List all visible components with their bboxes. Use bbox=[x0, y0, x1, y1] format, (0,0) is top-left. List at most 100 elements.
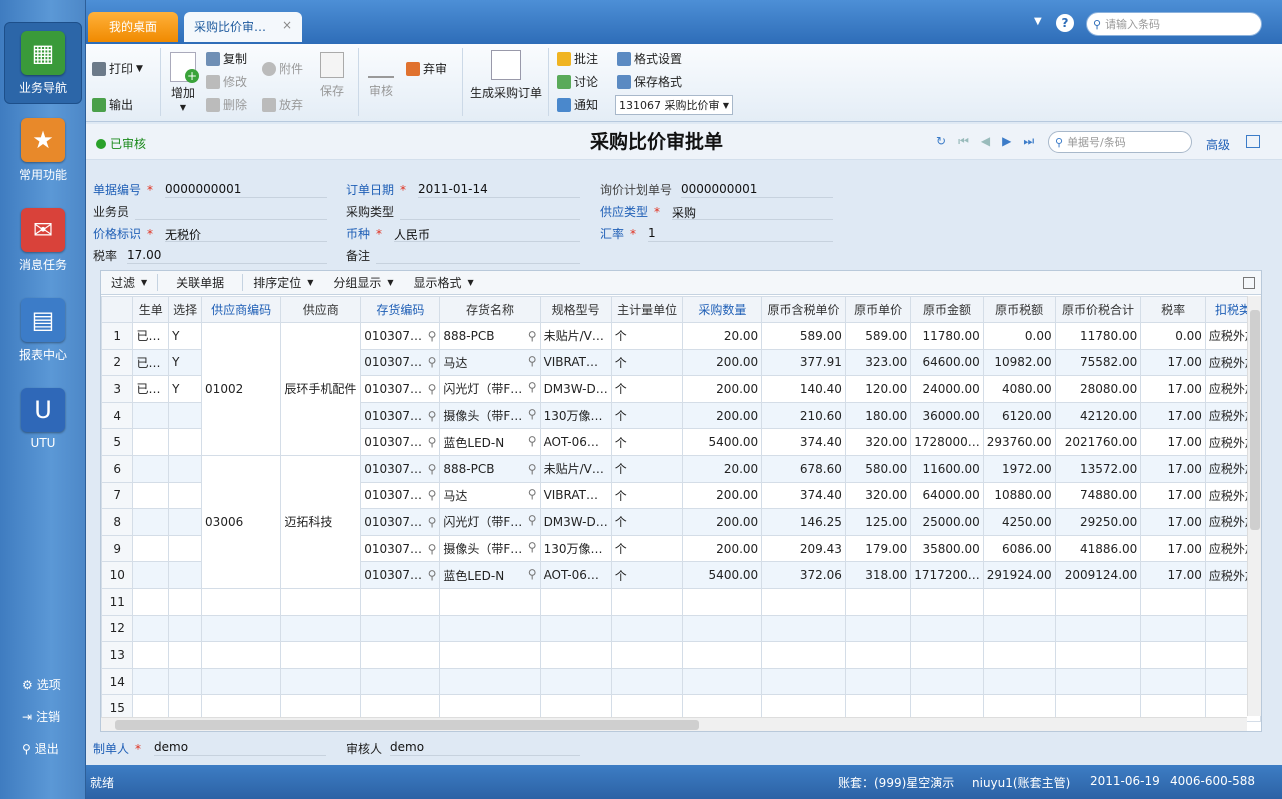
table-cell[interactable] bbox=[1054, 587, 1142, 616]
search-input[interactable]: ⚲ 请输入条码 bbox=[1086, 12, 1262, 36]
table-cell[interactable]: 13572.00 bbox=[1054, 454, 1142, 483]
table-cell[interactable]: 辰环手机配件 bbox=[280, 322, 362, 456]
table-row[interactable]: 12 bbox=[100, 614, 1262, 643]
column-header[interactable]: 选择 bbox=[168, 296, 203, 323]
table-cell[interactable] bbox=[910, 587, 984, 616]
next-record-icon[interactable]: ▶ bbox=[1002, 134, 1011, 149]
table-cell[interactable]: 17.00 bbox=[1140, 508, 1206, 536]
table-cell[interactable]: 010307… ⚲ bbox=[360, 481, 441, 510]
column-header[interactable]: 原币金额 bbox=[910, 296, 984, 323]
table-cell[interactable] bbox=[910, 614, 984, 643]
table-cell[interactable] bbox=[844, 641, 912, 669]
options-button[interactable]: ⚙ 选项 bbox=[22, 676, 61, 693]
table-cell[interactable]: Y bbox=[168, 322, 203, 350]
table-cell[interactable] bbox=[168, 587, 203, 616]
table-cell[interactable]: 010307… ⚲ bbox=[360, 348, 441, 377]
table-cell[interactable] bbox=[201, 667, 282, 696]
table-cell[interactable]: 闪光灯（带F… ⚲ bbox=[439, 508, 541, 536]
sort-button[interactable]: 排序定位 ▼ bbox=[243, 274, 323, 291]
table-cell[interactable] bbox=[168, 481, 203, 510]
table-cell[interactable] bbox=[168, 401, 203, 430]
table-cell[interactable]: 20.00 bbox=[682, 322, 763, 350]
table-cell[interactable] bbox=[132, 401, 170, 430]
table-cell[interactable] bbox=[910, 667, 984, 696]
table-cell[interactable]: 200.00 bbox=[682, 534, 763, 563]
table-cell[interactable] bbox=[761, 667, 846, 696]
table-cell[interactable] bbox=[132, 454, 170, 483]
tab-desktop[interactable]: 我的桌面 bbox=[88, 12, 178, 42]
table-cell[interactable]: 35800.00 bbox=[910, 534, 984, 563]
table-cell[interactable]: 010307… ⚲ bbox=[360, 375, 441, 403]
table-cell[interactable] bbox=[1054, 614, 1142, 643]
table-cell[interactable]: 17.00 bbox=[1140, 348, 1206, 377]
table-cell[interactable]: 6 bbox=[100, 454, 134, 483]
table-cell[interactable]: 已… bbox=[132, 348, 170, 377]
table-cell[interactable]: 209.43 bbox=[761, 534, 846, 563]
expand-icon[interactable] bbox=[1243, 276, 1255, 289]
generate-po-button[interactable]: 生成采购订单 bbox=[470, 50, 542, 101]
table-cell[interactable]: DM3W-D… bbox=[539, 375, 612, 403]
attachment-icon[interactable]: ⚲ bbox=[528, 354, 537, 368]
table-cell[interactable]: 010307… ⚲ bbox=[360, 322, 441, 350]
table-cell[interactable] bbox=[132, 561, 170, 589]
table-cell[interactable] bbox=[168, 561, 203, 589]
format-settings-button[interactable]: 格式设置 bbox=[617, 50, 682, 67]
table-cell[interactable]: 200.00 bbox=[682, 481, 763, 510]
inquiry-field[interactable]: 0000000001 bbox=[681, 182, 757, 196]
table-cell[interactable]: 323.00 bbox=[844, 348, 912, 377]
table-cell[interactable]: 0.00 bbox=[982, 322, 1056, 350]
table-cell[interactable]: 个 bbox=[610, 428, 684, 456]
table-cell[interactable]: 个 bbox=[610, 322, 684, 350]
help-icon[interactable]: ? bbox=[1056, 14, 1074, 32]
table-cell[interactable]: 10 bbox=[100, 561, 134, 589]
table-cell[interactable]: 2 bbox=[100, 348, 134, 377]
table-cell[interactable]: 74880.00 bbox=[1054, 481, 1142, 510]
scroll-thumb[interactable] bbox=[1250, 310, 1260, 530]
column-header[interactable]: 规格型号 bbox=[539, 296, 612, 323]
nav-utu[interactable]: U UTU bbox=[4, 388, 82, 450]
table-cell[interactable]: 0.00 bbox=[1140, 322, 1206, 350]
table-cell[interactable]: 个 bbox=[610, 481, 684, 510]
table-cell[interactable]: 1 bbox=[100, 322, 134, 350]
table-cell[interactable] bbox=[360, 587, 441, 616]
notify-button[interactable]: 通知 bbox=[557, 96, 598, 113]
table-cell[interactable]: 17.00 bbox=[1140, 561, 1206, 589]
table-cell[interactable]: DM3W-D… bbox=[539, 508, 612, 536]
table-cell[interactable]: 马达 ⚲ bbox=[439, 481, 541, 510]
table-cell[interactable] bbox=[682, 667, 763, 696]
table-cell[interactable]: 146.25 bbox=[761, 508, 846, 536]
table-cell[interactable] bbox=[844, 667, 912, 696]
table-cell[interactable]: 41886.00 bbox=[1054, 534, 1142, 563]
discard-button[interactable]: 放弃 bbox=[262, 96, 303, 113]
table-cell[interactable]: 010307… ⚲ bbox=[360, 454, 441, 483]
display-format-button[interactable]: 显示格式 ▼ bbox=[404, 274, 484, 291]
table-cell[interactable]: 8 bbox=[100, 508, 134, 536]
table-cell[interactable] bbox=[1054, 667, 1142, 696]
column-header[interactable]: 原币单价 bbox=[844, 296, 912, 323]
table-cell[interactable]: 17.00 bbox=[1140, 401, 1206, 430]
table-cell[interactable]: 140.40 bbox=[761, 375, 846, 403]
table-cell[interactable] bbox=[610, 587, 684, 616]
table-cell[interactable] bbox=[610, 614, 684, 643]
attachment-icon[interactable]: ⚲ bbox=[428, 515, 437, 529]
table-cell[interactable]: 17.00 bbox=[1140, 454, 1206, 483]
table-cell[interactable]: 010307… ⚲ bbox=[360, 561, 441, 589]
table-cell[interactable]: 14 bbox=[100, 667, 134, 696]
tab-price-compare[interactable]: 采购比价审… × bbox=[184, 12, 302, 42]
attachment-icon[interactable]: ⚲ bbox=[428, 462, 437, 476]
edit-button[interactable]: 修改 bbox=[206, 73, 247, 90]
table-cell[interactable]: 589.00 bbox=[844, 322, 912, 350]
table-cell[interactable] bbox=[439, 667, 541, 696]
doc-search-input[interactable]: ⚲ 单据号/条码 bbox=[1048, 131, 1192, 153]
table-cell[interactable]: 摄像头（带F… ⚲ bbox=[439, 534, 541, 563]
table-cell[interactable]: 179.00 bbox=[844, 534, 912, 563]
table-cell[interactable]: 11780.00 bbox=[1054, 322, 1142, 350]
table-cell[interactable] bbox=[1054, 641, 1142, 669]
table-cell[interactable] bbox=[682, 614, 763, 643]
table-cell[interactable]: 10982.00 bbox=[982, 348, 1056, 377]
table-cell[interactable]: 010307… ⚲ bbox=[360, 401, 441, 430]
table-cell[interactable] bbox=[539, 587, 612, 616]
table-cell[interactable] bbox=[982, 641, 1056, 669]
table-cell[interactable] bbox=[761, 641, 846, 669]
table-cell[interactable] bbox=[360, 614, 441, 643]
